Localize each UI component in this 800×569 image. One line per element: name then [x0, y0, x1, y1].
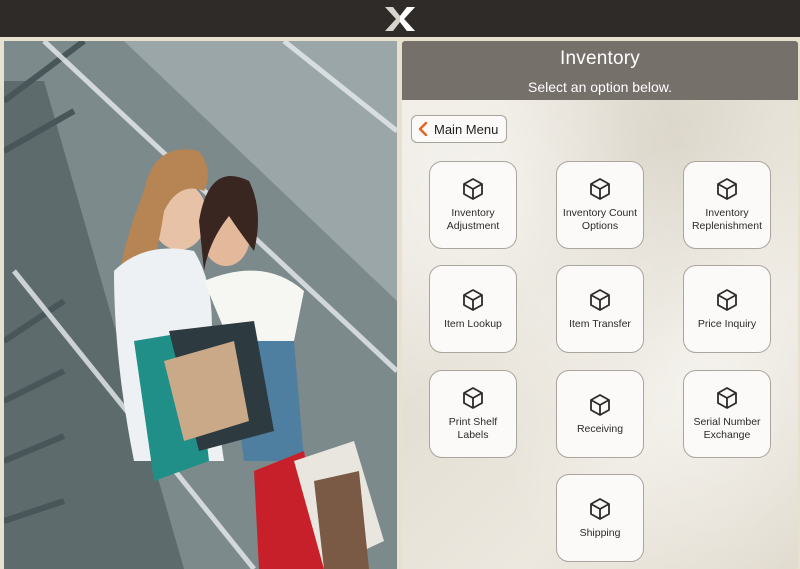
panel-header: Inventory Select an option below.	[402, 41, 798, 100]
inventory-panel: Inventory Select an option below. Main M…	[402, 41, 798, 569]
tile-item-lookup[interactable]: Item Lookup	[429, 265, 517, 353]
cube-icon	[590, 497, 610, 520]
tile-label: Item Transfer	[569, 317, 631, 330]
cube-icon	[590, 393, 610, 416]
cube-icon	[463, 288, 483, 311]
tile-label: Price Inquiry	[697, 317, 757, 330]
tile-label: Inventory Count Options	[562, 207, 638, 232]
cube-icon	[590, 178, 610, 200]
app-logo	[385, 6, 415, 31]
tile-inventory-count-options[interactable]: Inventory Count Options	[556, 161, 644, 249]
tile-label: Inventory Replenishment	[691, 207, 763, 232]
tile-receiving[interactable]: Receiving	[556, 370, 644, 458]
tile-print-shelf-labels[interactable]: Print Shelf Labels	[429, 370, 517, 458]
tile-label: Shipping	[579, 526, 621, 539]
cube-icon	[463, 178, 483, 200]
tile-label: Serial Number Exchange	[693, 416, 761, 441]
cube-icon	[590, 288, 610, 311]
tile-price-inquiry[interactable]: Price Inquiry	[683, 265, 771, 353]
top-bar	[0, 0, 800, 37]
hero-photo	[4, 41, 397, 569]
tile-inventory-adjustment[interactable]: Inventory Adjustment	[429, 161, 517, 249]
tile-shipping[interactable]: Shipping	[556, 474, 644, 562]
tile-label: Inventory Adjustment	[446, 207, 500, 232]
cube-icon	[463, 387, 483, 409]
cube-icon	[717, 387, 737, 409]
cube-icon	[717, 288, 737, 311]
main-menu-label: Main Menu	[434, 121, 499, 137]
chevron-left-icon	[418, 122, 428, 136]
tile-item-transfer[interactable]: Item Transfer	[556, 265, 644, 353]
panel-title: Inventory	[560, 48, 640, 69]
main-menu-button[interactable]: Main Menu	[411, 115, 507, 143]
tile-inventory-replenishment[interactable]: Inventory Replenishment	[683, 161, 771, 249]
cube-icon	[717, 178, 737, 200]
panel-subtitle: Select an option below.	[528, 79, 672, 95]
tile-label: Item Lookup	[444, 317, 502, 330]
tile-label: Receiving	[576, 422, 624, 435]
tile-label: Print Shelf Labels	[448, 416, 498, 441]
tile-serial-number-exchange[interactable]: Serial Number Exchange	[683, 370, 771, 458]
